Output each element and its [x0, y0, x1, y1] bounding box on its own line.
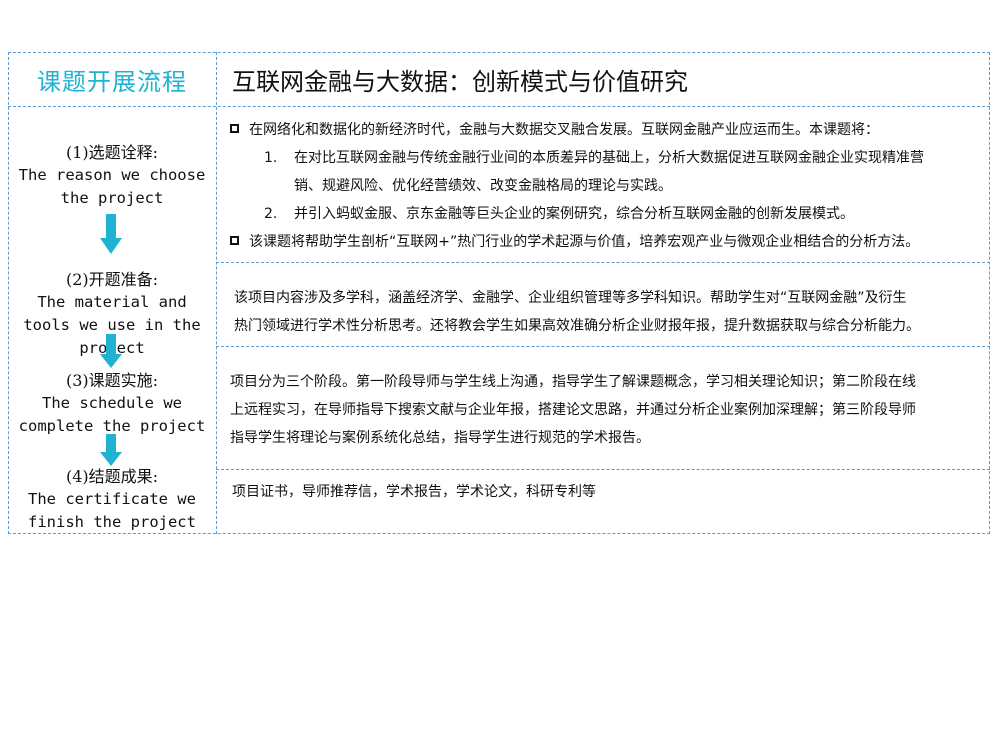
row-3-line1: 项目分为三个阶段。第一阶段导师与学生线上沟通，指导学生了解课题概念，学习相关理论…: [230, 374, 916, 390]
row-1-bullet-1: 在网络化和数据化的新经济时代，金融与大数据交叉融合发展。互联网金融产业应运而生。…: [249, 122, 879, 138]
arrow-down-icon: [100, 434, 122, 466]
row-2-line2: 热门领域进行学术性分析思考。还将教会学生如果高效准确分析企业财报年报，提升数据获…: [234, 318, 920, 334]
bullet-item: 在网络化和数据化的新经济时代，金融与大数据交叉融合发展。互联网金融产业应运而生。…: [230, 116, 985, 144]
row-divider-3: [216, 469, 990, 470]
step-3: (3)课题实施: The schedule we complete the pr…: [8, 369, 216, 438]
step-2-en-line1: The material and: [37, 293, 187, 311]
numbered-item-2: 2. 并引入蚂蚁金服、京东金融等巨头企业的案例研究，综合分析互联网金融的创新发展…: [230, 200, 985, 228]
item-number: 1.: [264, 150, 278, 166]
step-1-en-line1: The reason we choose: [18, 166, 206, 184]
square-bullet-icon: [230, 124, 239, 133]
step-1-en-line2: the project: [60, 189, 164, 207]
process-header: 课题开展流程: [37, 67, 187, 96]
item-2-text: 并引入蚂蚁金服、京东金融等巨头企业的案例研究，综合分析互联网金融的创新发展模式。: [294, 206, 854, 222]
step-4-en-line2: finish the project: [28, 513, 196, 531]
page-title: 互联网金融与大数据：创新模式与价值研究: [232, 67, 688, 96]
row-divider-1: [216, 262, 990, 263]
row-4-content: 项目证书，导师推荐信，学术报告，学术论文，科研专利等: [232, 478, 987, 506]
bullet-item: 该课题将帮助学生剖析“互联网+”热门行业的学术起源与价值，培养宏观产业与微观企业…: [230, 228, 985, 256]
item-1-line2: 销、规避风险、优化经营绩效、改变金融格局的理论与实践。: [294, 178, 672, 194]
step-1: (1)选题诠释: The reason we choose the projec…: [8, 141, 216, 210]
row-1-bullet-2: 该课题将帮助学生剖析“互联网+”热门行业的学术起源与价值，培养宏观产业与微观企业…: [249, 234, 920, 250]
row-1-content: 在网络化和数据化的新经济时代，金融与大数据交叉融合发展。互联网金融产业应运而生。…: [230, 116, 985, 256]
header-divider: [8, 106, 990, 107]
item-number: 2.: [264, 206, 278, 222]
step-3-en-line1: The schedule we: [42, 394, 182, 412]
step-4: (4)结题成果: The certificate we finish the p…: [8, 465, 216, 534]
numbered-item-1: 1. 在对比互联网金融与传统金融行业间的本质差异的基础上，分析大数据促进互联网金…: [230, 144, 985, 200]
step-3-title: (3)课题实施:: [65, 371, 159, 390]
item-1-line1: 在对比互联网金融与传统金融行业间的本质差异的基础上，分析大数据促进互联网金融企业…: [294, 150, 924, 166]
arrow-down-icon: [100, 214, 122, 254]
row-2-content: 该项目内容涉及多学科，涵盖经济学、金融学、企业组织管理等多学科知识。帮助学生对“…: [234, 284, 989, 340]
arrow-down-icon: [100, 334, 122, 368]
row-3-line2: 上远程实习，在导师指导下搜索文献与企业年报，搭建论文思路，并通过分析企业案例加深…: [230, 402, 916, 418]
row-divider-2: [216, 346, 990, 347]
row-4-line1: 项目证书，导师推荐信，学术报告，学术论文，科研专利等: [232, 484, 596, 500]
step-1-title: (1)选题诠释:: [65, 143, 159, 162]
row-3-content: 项目分为三个阶段。第一阶段导师与学生线上沟通，指导学生了解课题概念，学习相关理论…: [230, 368, 985, 452]
step-2-title: (2)开题准备:: [65, 270, 159, 289]
step-4-en-line1: The certificate we: [28, 490, 196, 508]
row-3-line3: 指导学生将理论与案例系统化总结，指导学生进行规范的学术报告。: [230, 430, 650, 446]
column-divider: [216, 52, 217, 534]
square-bullet-icon: [230, 236, 239, 245]
step-4-title: (4)结题成果:: [65, 467, 159, 486]
row-2-line1: 该项目内容涉及多学科，涵盖经济学、金融学、企业组织管理等多学科知识。帮助学生对“…: [234, 290, 907, 306]
